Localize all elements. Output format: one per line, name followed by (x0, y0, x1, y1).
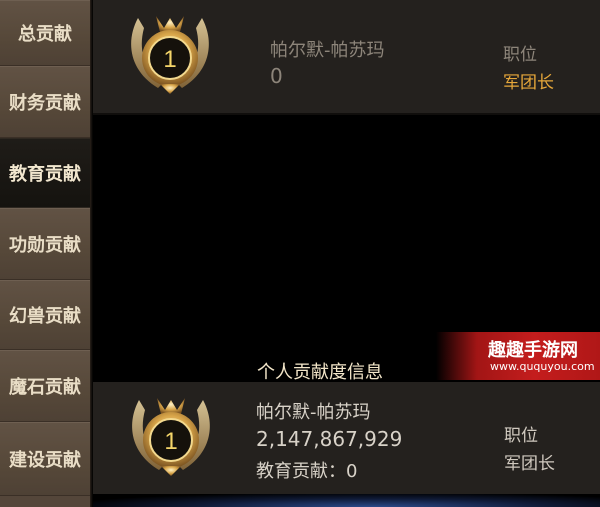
rank-number: 1 (163, 46, 176, 73)
watermark-title: 趣趣手游网 (488, 340, 578, 361)
personal-education-contribution: 教育贡献：0 (256, 461, 358, 482)
tab-education-contribution[interactable]: 教育贡献 (0, 138, 90, 208)
tab-finance-contribution[interactable]: 财务贡献 (0, 66, 90, 138)
tab-total-contribution[interactable]: 总贡献 (0, 0, 90, 66)
tab-label: 财务贡献 (9, 93, 81, 114)
tab-label: 教育贡献 (9, 164, 81, 185)
tab-label: 幻兽贡献 (9, 306, 81, 327)
tab-label: 功勋贡献 (9, 235, 81, 256)
tab-merit-contribution[interactable]: 功勋贡献 (0, 208, 90, 280)
tab-beast-contribution[interactable]: 幻兽贡献 (0, 280, 90, 350)
rank-badge-icon: 1 (131, 16, 209, 94)
tab-construction-contribution[interactable]: 建设贡献 (0, 422, 90, 496)
top-position-value: 军团长 (503, 73, 554, 93)
tab-label: 建设贡献 (9, 450, 81, 471)
rank-badge-icon: 1 (132, 398, 210, 476)
tab-label: 总贡献 (18, 24, 72, 45)
top-player-score: 0 (270, 64, 283, 88)
personal-info-title: 个人贡献度信息 (257, 362, 383, 383)
personal-position-value: 军团长 (504, 454, 555, 474)
top-position-label: 职位 (503, 45, 537, 65)
background-glow (93, 494, 600, 507)
tab-magicstone-contribution[interactable]: 魔石贡献 (0, 350, 90, 422)
tab-label: 魔石贡献 (9, 377, 81, 398)
top-player-name: 帕尔默-帕苏玛 (270, 40, 385, 61)
personal-player-name: 帕尔默-帕苏玛 (256, 402, 371, 423)
personal-position-label: 职位 (504, 426, 538, 446)
contribution-sidebar: 总贡献 财务贡献 教育贡献 功勋贡献 幻兽贡献 魔石贡献 建设贡献 (0, 0, 90, 507)
guild-contribution-panel: 总贡献 财务贡献 教育贡献 功勋贡献 幻兽贡献 魔石贡献 建设贡献 1 帕尔默-… (0, 0, 600, 507)
watermark-url: www.ququyou.com (490, 360, 595, 373)
personal-total-contribution: 2,147,867,929 (256, 427, 403, 451)
rank-number: 1 (164, 428, 177, 455)
